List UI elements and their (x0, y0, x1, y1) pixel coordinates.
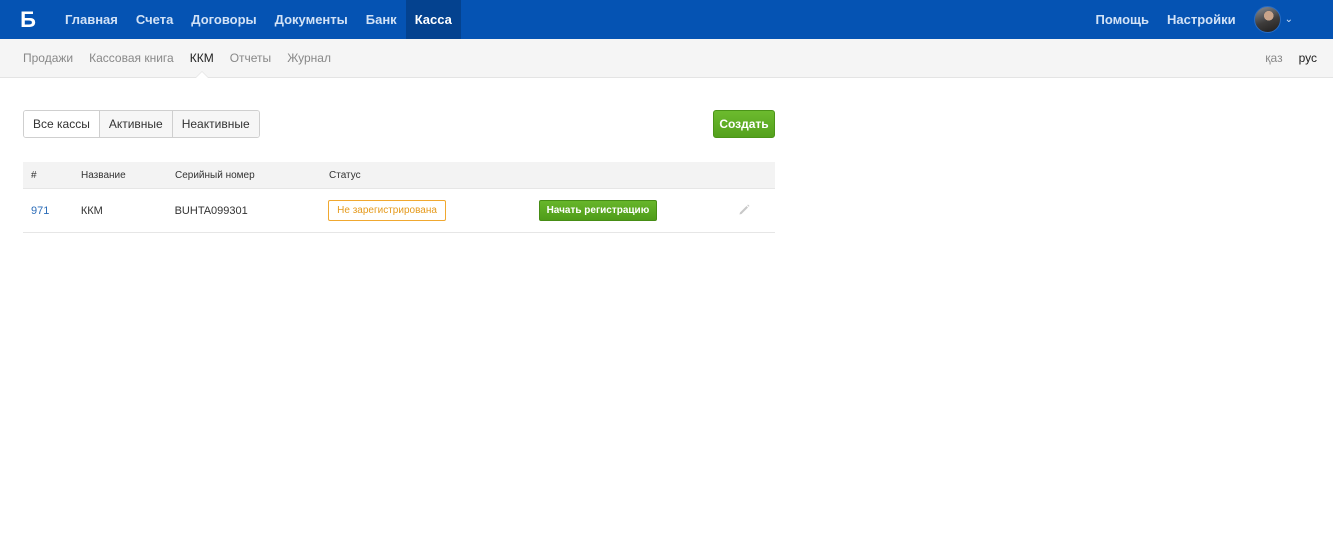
lang-kazakh[interactable]: қаз (1265, 51, 1282, 65)
user-menu[interactable]: ⌄ (1245, 0, 1333, 39)
chevron-down-icon: ⌄ (1284, 14, 1293, 25)
sub-tab-journal[interactable]: Журнал (279, 39, 339, 77)
logo-letter: Б (20, 6, 36, 32)
column-header-name: Название (81, 169, 126, 181)
sub-tab-sales[interactable]: Продажи (15, 39, 81, 77)
row-id-cell: 971 (23, 205, 81, 217)
filter-active-button[interactable]: Активные (98, 111, 172, 137)
column-header-number: # (31, 169, 37, 181)
avatar (1253, 6, 1281, 33)
filter-all-button[interactable]: Все кассы (24, 111, 99, 137)
column-header-status: Статус (329, 169, 361, 181)
main-nav: Главная Счета Договоры Документы Банк Ка… (56, 0, 461, 39)
nav-item-contracts[interactable]: Договоры (182, 0, 265, 39)
sub-tab-reports[interactable]: Отчеты (222, 39, 279, 77)
sub-tab-cash-book[interactable]: Кассовая книга (81, 39, 182, 77)
table-row: 971 ККМ BUHTA099301 Не зарегистрирована … (23, 188, 775, 233)
column-header-serial: Серийный номер (175, 169, 255, 181)
sub-tab-kkm[interactable]: ККМ (182, 39, 222, 78)
pencil-icon[interactable] (738, 203, 751, 219)
logo-icon[interactable]: Б (0, 0, 56, 39)
nav-item-invoices[interactable]: Счета (127, 0, 182, 39)
top-navigation-bar: Б Главная Счета Договоры Документы Банк … (0, 0, 1333, 39)
nav-item-home[interactable]: Главная (56, 0, 127, 39)
row-edit-cell (738, 203, 775, 219)
row-serial-cell: BUHTA099301 (174, 204, 248, 217)
row-id-link[interactable]: 971 (31, 205, 49, 217)
sub-navigation-bar: Продажи Кассовая книга ККМ Отчеты Журнал… (0, 39, 1333, 78)
status-badge: Не зарегистрирована (328, 200, 446, 221)
language-switcher: қаз рус (1249, 51, 1333, 65)
nav-item-bank[interactable]: Банк (357, 0, 406, 39)
create-button[interactable]: Создать (713, 110, 775, 138)
row-action-cell: Начать регистрацию (538, 200, 738, 221)
sub-nav: Продажи Кассовая книга ККМ Отчеты Журнал (0, 39, 339, 78)
row-name-cell: ККМ (80, 204, 103, 217)
settings-link[interactable]: Настройки (1158, 0, 1245, 39)
top-right-menu: Помощь Настройки ⌄ (1087, 0, 1333, 39)
filter-inactive-button[interactable]: Неактивные (171, 111, 259, 137)
nav-item-cash[interactable]: Касса (405, 0, 461, 39)
row-status-cell: Не зарегистрирована (328, 200, 538, 221)
table-header: # Название Серийный номер Статус (23, 162, 775, 188)
start-registration-button[interactable]: Начать регистрацию (538, 200, 658, 221)
lang-russian[interactable]: рус (1299, 51, 1317, 65)
filter-button-group: Все кассы Активные Неактивные (23, 110, 260, 138)
kkm-table: # Название Серийный номер Статус 971 ККМ… (23, 162, 775, 233)
nav-item-documents[interactable]: Документы (266, 0, 357, 39)
help-link[interactable]: Помощь (1087, 0, 1158, 39)
